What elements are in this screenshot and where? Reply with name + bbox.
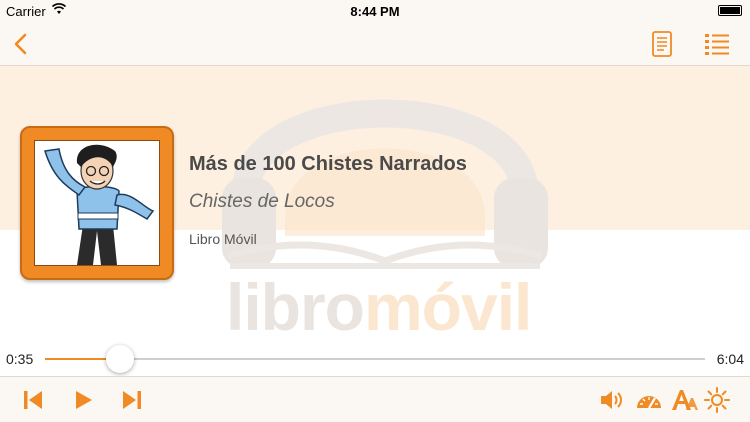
progress-slider[interactable] [45,345,705,373]
total-time: 6:04 [716,351,744,367]
chevron-left-icon[interactable] [8,30,36,58]
speed-gauge-icon[interactable] [635,387,663,413]
watermark-movil: móvil [364,270,532,344]
status-time: 8:44 PM [350,4,400,19]
document-icon[interactable] [650,30,674,58]
now-playing-panel: libromóvil Más de 100 Chistes Narrados C… [0,66,750,344]
volume-icon[interactable] [598,387,626,413]
book-info: Más de 100 Chistes Narrados Chistes de L… [189,152,467,248]
battery-icon [718,5,742,16]
brightness-icon[interactable] [704,387,730,413]
skip-forward-icon[interactable] [119,387,145,413]
book-cover [20,126,174,280]
elapsed-time: 0:35 [6,351,34,367]
status-bar: Carrier 8:44 PM [0,0,750,22]
font-size-icon[interactable] [670,387,698,413]
play-icon[interactable] [70,387,96,413]
progress-thumb[interactable] [106,345,135,373]
book-title: Más de 100 Chistes Narrados [189,153,467,175]
player-toolbar [0,376,750,422]
nav-bar [0,22,750,66]
playback-progress: 0:35 6:04 [0,344,750,374]
list-icon[interactable] [703,30,731,58]
watermark-libro: libro [226,270,365,344]
book-publisher: Libro Móvil [189,231,257,247]
skip-back-icon[interactable] [20,387,46,413]
cover-illustration [34,140,160,266]
book-subtitle: Chistes de Locos [189,191,335,212]
